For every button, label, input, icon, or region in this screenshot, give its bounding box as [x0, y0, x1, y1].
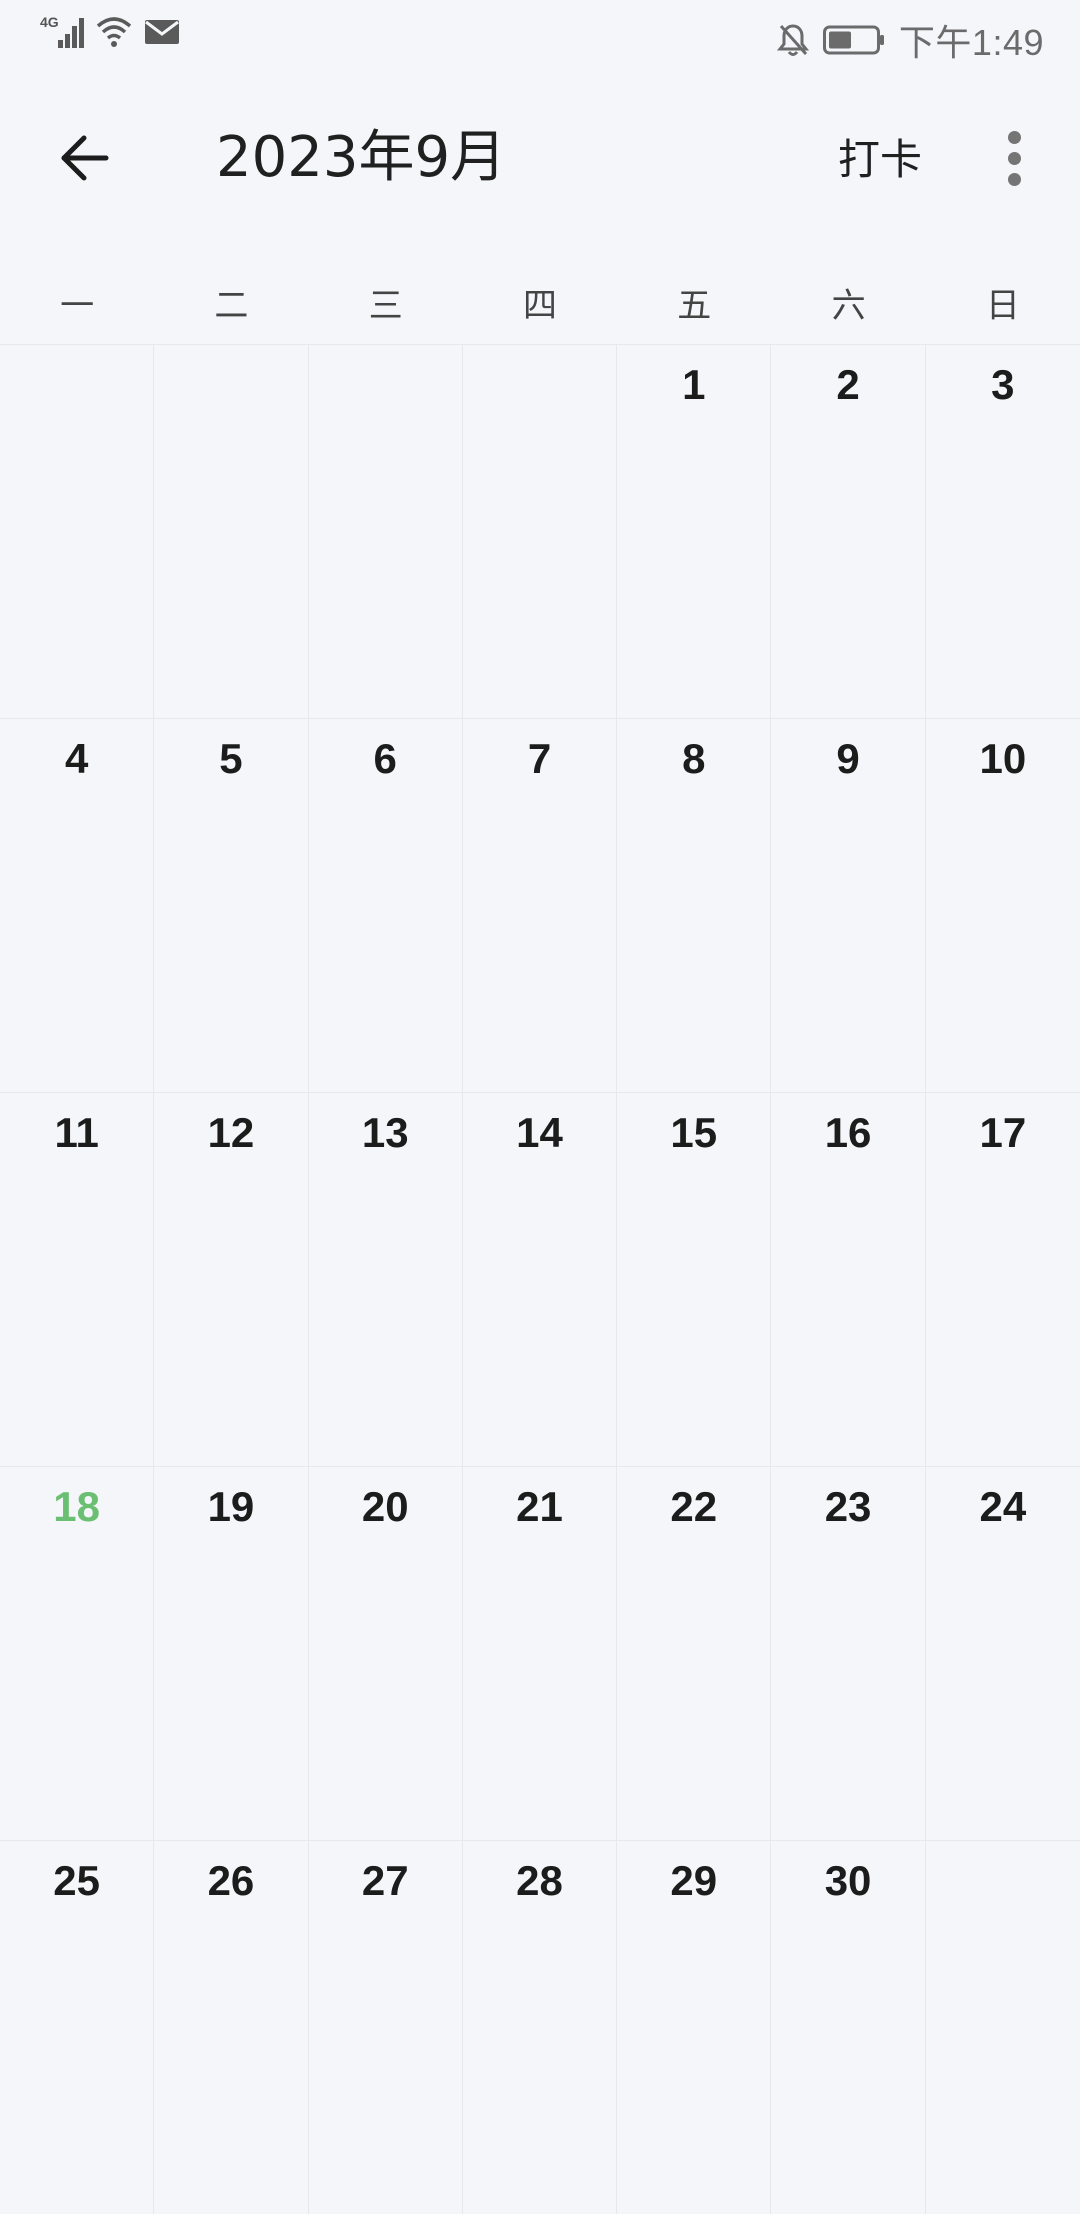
- battery-icon: [822, 25, 885, 55]
- weekday-thu: 四: [522, 286, 557, 326]
- weekday-tue: 二: [214, 286, 249, 326]
- calendar-day-cell[interactable]: 8: [617, 718, 772, 1092]
- calendar-day-cell[interactable]: 7: [462, 718, 618, 1092]
- bell-muted-icon: [776, 22, 810, 58]
- day-number: 9: [836, 735, 860, 782]
- more-button[interactable]: [996, 126, 1032, 190]
- calendar-day-cell[interactable]: 16: [771, 1092, 926, 1466]
- day-number: 20: [361, 1483, 409, 1530]
- day-number: 29: [670, 1857, 718, 1904]
- calendar-day-cell[interactable]: [0, 344, 155, 718]
- calendar-day-cell[interactable]: 19: [154, 1466, 309, 1840]
- calendar-day-cell[interactable]: 9: [771, 718, 926, 1092]
- signal-icon: 4G: [40, 14, 84, 50]
- calendar-day-cell[interactable]: 15: [617, 1092, 772, 1466]
- calendar-day-cell[interactable]: 13: [308, 1092, 463, 1466]
- day-number: 4: [64, 735, 89, 782]
- day-number: 27: [361, 1857, 409, 1904]
- calendar-day-cell[interactable]: 1: [617, 344, 772, 718]
- calendar-day-cell[interactable]: 10: [925, 718, 1080, 1092]
- calendar-day-cell[interactable]: 17: [925, 1092, 1080, 1466]
- calendar-day-cell[interactable]: 21: [462, 1466, 618, 1840]
- calendar-day-cell-today[interactable]: 18: [0, 1466, 155, 1840]
- calendar-day-cell[interactable]: 4: [0, 718, 155, 1092]
- day-number: 28: [516, 1857, 563, 1904]
- day-number: 22: [670, 1483, 718, 1530]
- day-number: 24: [979, 1483, 1027, 1530]
- calendar-day-cell[interactable]: 24: [925, 1466, 1080, 1840]
- weekday-wed: 三: [368, 286, 403, 326]
- day-number: 13: [361, 1109, 409, 1156]
- day-number: 12: [207, 1109, 255, 1156]
- day-number: 16: [824, 1109, 872, 1156]
- calendar-day-cell[interactable]: 26: [154, 1840, 309, 2214]
- page-title: 2023年9月: [216, 125, 507, 190]
- calendar-day-cell[interactable]: 14: [462, 1092, 618, 1466]
- calendar-day-cell[interactable]: 30: [771, 1840, 926, 2214]
- weekday-fri: 五: [677, 286, 712, 326]
- day-number: 26: [207, 1857, 255, 1904]
- weekday-header: 一 二 三 四 五 六 日: [0, 270, 1080, 342]
- wifi-icon: [94, 14, 134, 50]
- calendar-day-cell[interactable]: [308, 344, 463, 718]
- day-number: 25: [53, 1857, 100, 1904]
- weekday-sun: 日: [985, 286, 1020, 326]
- day-number: 11: [54, 1109, 99, 1156]
- day-number: 5: [219, 735, 243, 782]
- status-right: 下午1:49: [776, 14, 1044, 66]
- day-number: 21: [516, 1483, 563, 1530]
- calendar-day-cell[interactable]: [154, 344, 309, 718]
- calendar-day-cell[interactable]: [462, 344, 618, 718]
- day-number: 19: [207, 1483, 255, 1530]
- app-bar: 2023年9月 打卡: [0, 100, 1080, 216]
- status-left: 4G: [40, 14, 180, 50]
- calendar-day-cell[interactable]: [925, 1840, 1080, 2214]
- day-number: 15: [670, 1109, 718, 1156]
- status-time: 下午1:49: [898, 22, 1044, 63]
- arrow-left-icon: [61, 135, 109, 181]
- checkin-button[interactable]: 打卡: [838, 132, 922, 188]
- day-number: 23: [824, 1483, 872, 1530]
- calendar-day-cell[interactable]: 25: [0, 1840, 155, 2214]
- calendar-day-cell[interactable]: 2: [771, 344, 926, 718]
- day-number: 17: [979, 1109, 1027, 1156]
- weekday-mon: 一: [60, 286, 95, 326]
- calendar-day-cell[interactable]: 27: [308, 1840, 463, 2214]
- calendar-day-cell[interactable]: 29: [617, 1840, 772, 2214]
- calendar-day-cell[interactable]: 5: [154, 718, 309, 1092]
- more-vertical-icon: [1007, 130, 1021, 144]
- calendar-day-cell[interactable]: 11: [0, 1092, 155, 1466]
- day-number: 7: [527, 735, 552, 782]
- day-number: 2: [836, 361, 860, 408]
- day-number: 10: [979, 735, 1027, 782]
- calendar-grid: 1 2 3 4 5 6 7 8 9 10 11 12 13 14 15 16 1…: [0, 344, 1080, 2214]
- mail-icon: [144, 14, 180, 50]
- day-number: 8: [682, 735, 706, 782]
- day-number: 14: [516, 1109, 563, 1156]
- day-number-today: 18: [53, 1483, 100, 1530]
- status-bar: 4G 下午1:49: [0, 0, 1080, 72]
- day-number: 6: [373, 735, 397, 782]
- back-button[interactable]: [52, 126, 116, 190]
- day-number: 1: [682, 361, 706, 408]
- day-number: 3: [991, 361, 1015, 408]
- weekday-sat: 六: [831, 286, 866, 326]
- calendar-day-cell[interactable]: 28: [462, 1840, 618, 2214]
- calendar-day-cell[interactable]: 6: [308, 718, 463, 1092]
- calendar-day-cell[interactable]: 3: [925, 344, 1080, 718]
- calendar-day-cell[interactable]: 12: [154, 1092, 309, 1466]
- calendar-day-cell[interactable]: 20: [308, 1466, 463, 1840]
- day-number: 30: [824, 1857, 872, 1904]
- calendar-day-cell[interactable]: 22: [617, 1466, 772, 1840]
- calendar-day-cell[interactable]: 23: [771, 1466, 926, 1840]
